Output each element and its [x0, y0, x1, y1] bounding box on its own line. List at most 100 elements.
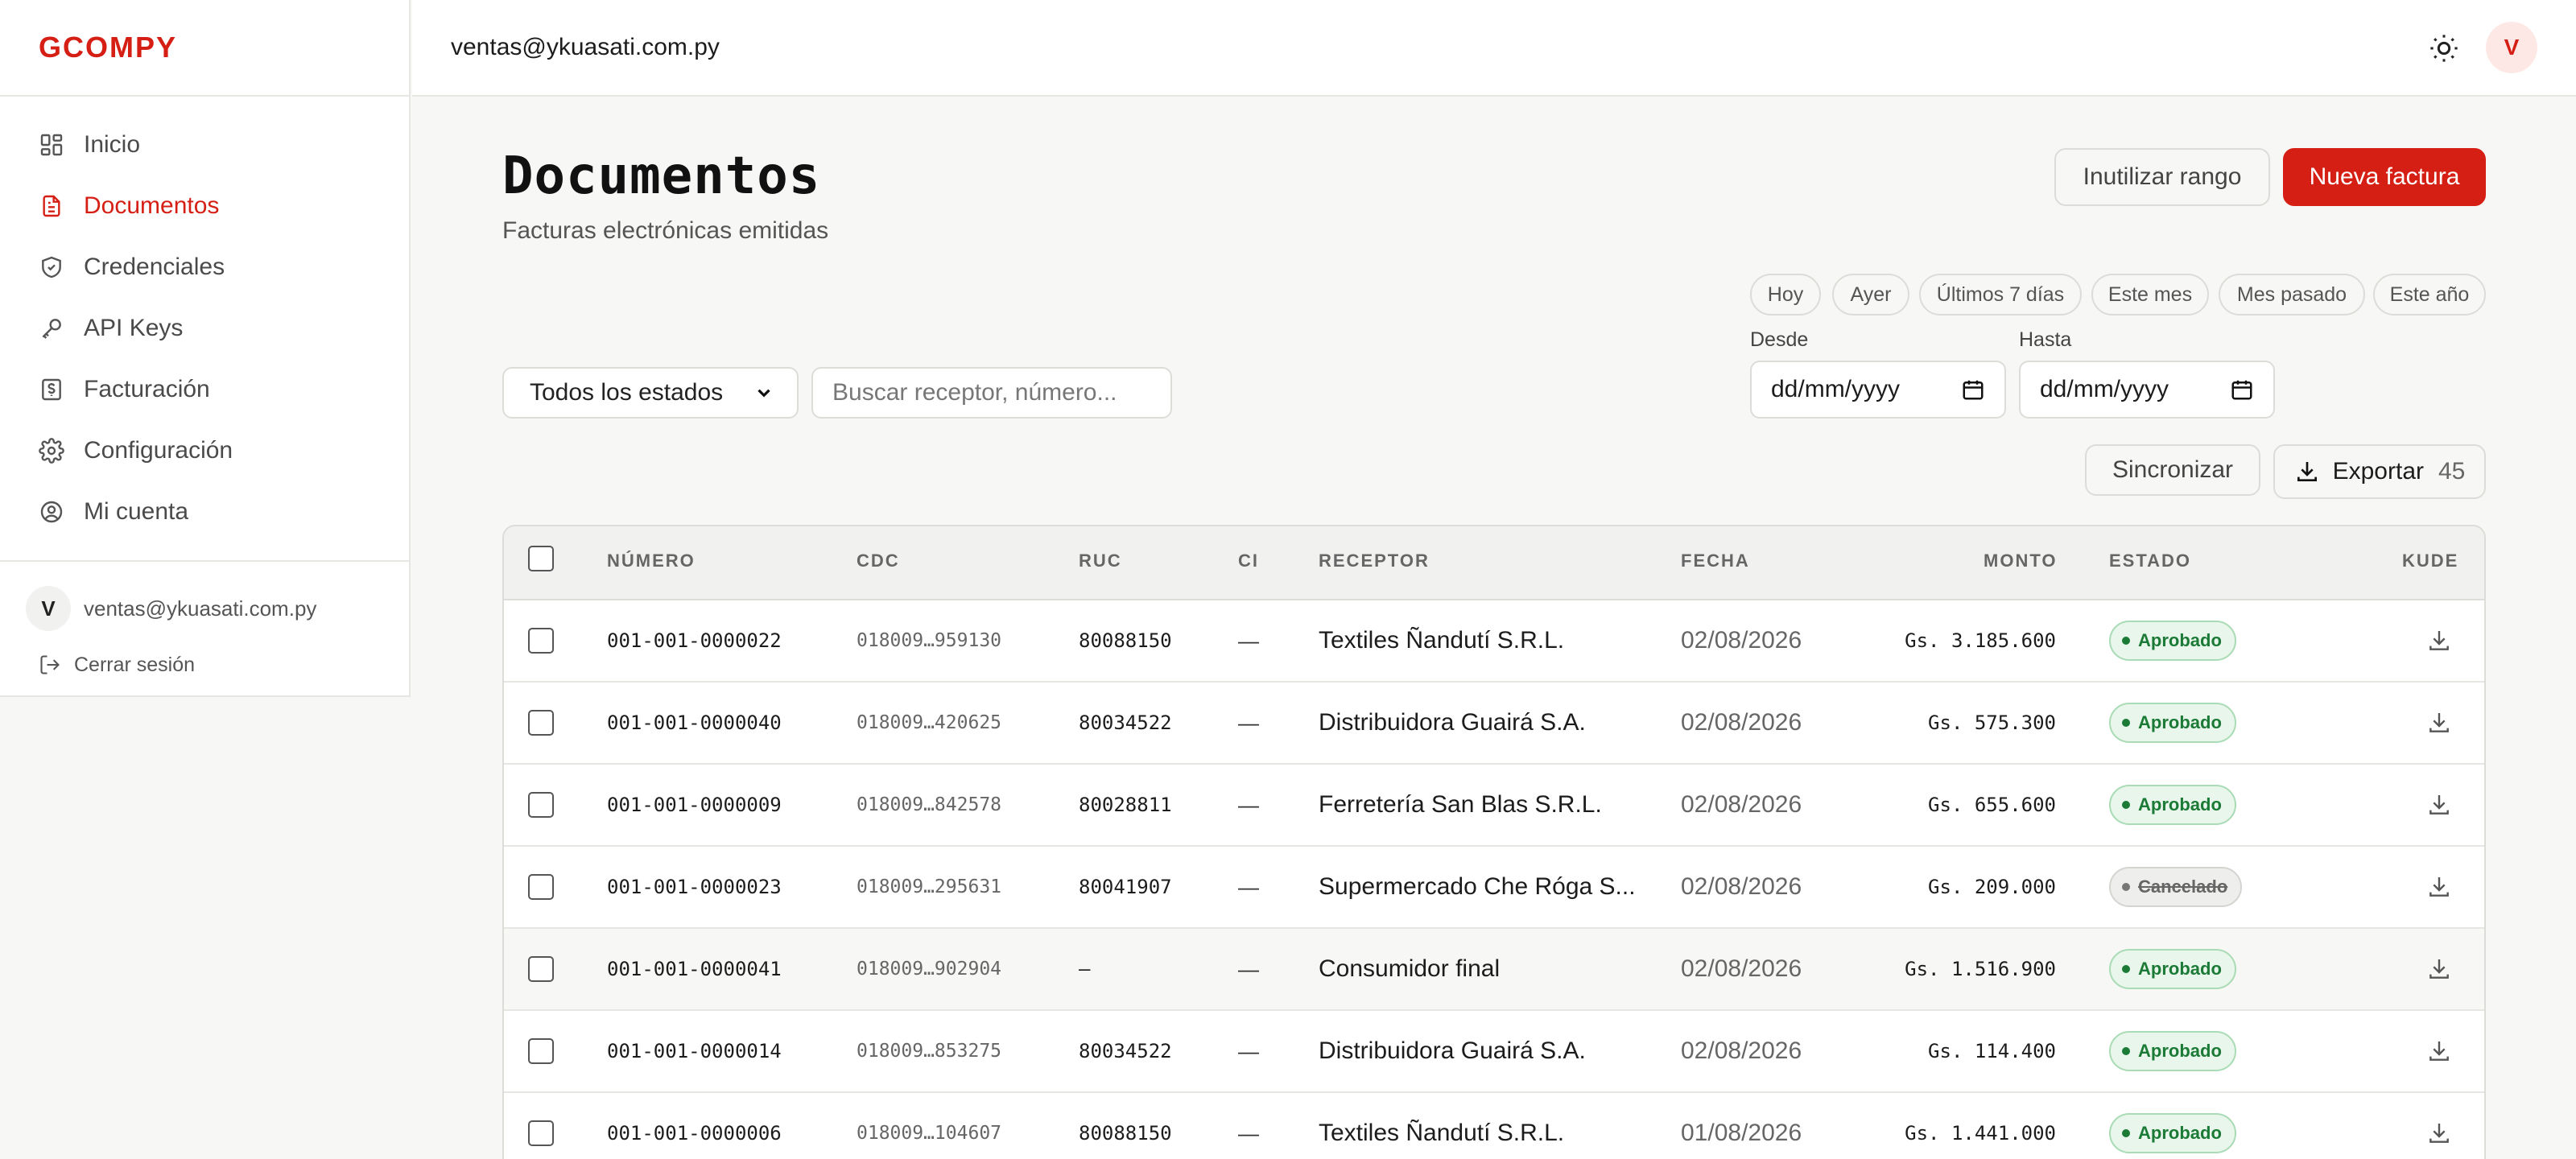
- desde-date-input[interactable]: dd/mm/yyyy: [1750, 361, 2006, 419]
- cell-monto: Gs. 1.516.900: [1905, 958, 2056, 980]
- download-icon: [2429, 795, 2449, 815]
- sidebar-item-api-keys[interactable]: API Keys: [0, 298, 409, 359]
- download-icon: [2429, 1124, 2449, 1143]
- col-fecha[interactable]: FECHA: [1681, 551, 1750, 571]
- row-checkbox[interactable]: [528, 792, 554, 818]
- hasta-date-input[interactable]: dd/mm/yyyy: [2019, 361, 2275, 419]
- search-placeholder: Buscar receptor, número...: [832, 379, 1117, 406]
- col-estado[interactable]: ESTADO: [2109, 551, 2191, 571]
- theme-toggle-button[interactable]: [2428, 32, 2460, 64]
- cell-ruc: 80088150: [1079, 629, 1172, 652]
- cell-numero: 001-001-0000022: [607, 629, 782, 652]
- cell-cdc: 018009…842578: [857, 794, 1002, 815]
- cell-cdc: 018009…959130: [857, 630, 1002, 651]
- cell-cdc: 018009…104607: [857, 1123, 1002, 1144]
- export-count-badge: 45: [2438, 458, 2466, 485]
- select-all-checkbox[interactable]: [528, 546, 554, 571]
- kude-download-button[interactable]: [2426, 683, 2452, 763]
- sidebar-item-inicio[interactable]: Inicio: [0, 114, 409, 175]
- table-body: 001-001-0000022 018009…959130 80088150 —…: [504, 600, 2484, 1159]
- range-chip-mes-pasado[interactable]: Mes pasado: [2219, 274, 2365, 316]
- logo[interactable]: GCOMPY: [39, 31, 177, 64]
- cell-ci: —: [1238, 628, 1259, 653]
- col-monto[interactable]: MONTO: [1984, 551, 2056, 571]
- range-chip-ayer[interactable]: Ayer: [1832, 274, 1909, 316]
- sincronizar-button[interactable]: Sincronizar: [2085, 444, 2260, 496]
- table-row[interactable]: 001-001-0000041 018009…902904 — — Consum…: [504, 929, 2484, 1011]
- cell-fecha: 02/08/2026: [1681, 709, 1802, 736]
- status-badge: Aprobado: [2109, 785, 2236, 825]
- hasta-date-value: dd/mm/yyyy: [2040, 376, 2169, 402]
- document-icon: [43, 195, 60, 217]
- range-chip-este-mes[interactable]: Este mes: [2091, 274, 2209, 316]
- table-row[interactable]: 001-001-0000014 018009…853275 80034522 —…: [504, 1011, 2484, 1093]
- cell-ci: —: [1238, 874, 1259, 899]
- avatar[interactable]: V: [26, 586, 71, 631]
- cell-monto: Gs. 1.441.000: [1905, 1122, 2056, 1145]
- table-row[interactable]: 001-001-0000022 018009…959130 80088150 —…: [504, 600, 2484, 683]
- sidebar-item-credenciales[interactable]: Credenciales: [0, 237, 409, 298]
- kude-download-button[interactable]: [2426, 929, 2452, 1009]
- shield-icon: [42, 256, 61, 278]
- table-row[interactable]: 001-001-0000040 018009…420625 80034522 —…: [504, 683, 2484, 765]
- cell-ruc: 80041907: [1079, 876, 1172, 898]
- cell-estado: Aprobado: [2109, 600, 2236, 681]
- cell-fecha: 01/08/2026: [1681, 1120, 1802, 1146]
- cell-ruc: 80034522: [1079, 1040, 1172, 1062]
- logout-button[interactable]: Cerrar sesión: [0, 649, 409, 681]
- table-row[interactable]: 001-001-0000009 018009…842578 80028811 —…: [504, 765, 2484, 847]
- row-checkbox[interactable]: [528, 874, 554, 900]
- col-ruc[interactable]: RUC: [1079, 551, 1122, 571]
- cell-ruc: —: [1079, 958, 1091, 980]
- kude-download-button[interactable]: [2426, 600, 2452, 681]
- desde-date-value: dd/mm/yyyy: [1771, 376, 1901, 402]
- cell-numero: 001-001-0000023: [607, 876, 782, 898]
- cell-estado: Aprobado: [2109, 929, 2236, 1009]
- gear-icon: [39, 438, 64, 464]
- table-row[interactable]: 001-001-0000006 018009…104607 80088150 —…: [504, 1093, 2484, 1159]
- range-chip-este-ano[interactable]: Este año: [2373, 274, 2486, 316]
- cell-numero: 001-001-0000040: [607, 711, 782, 734]
- cell-ci: —: [1238, 710, 1259, 735]
- exportar-button[interactable]: Exportar 45: [2273, 444, 2486, 499]
- row-checkbox[interactable]: [528, 1038, 554, 1064]
- cell-receptor: Supermercado Che Róga S...: [1319, 873, 1636, 900]
- sidebar-item-label: Facturación: [84, 376, 210, 402]
- nueva-factura-button[interactable]: Nueva factura: [2283, 148, 2486, 206]
- inutilizar-rango-button[interactable]: Inutilizar rango: [2054, 148, 2270, 206]
- col-cdc[interactable]: CDC: [857, 551, 900, 571]
- kude-download-button[interactable]: [2426, 1011, 2452, 1091]
- cell-estado: Aprobado: [2109, 765, 2236, 845]
- estado-select[interactable]: Todos los estados: [502, 367, 799, 419]
- col-receptor[interactable]: RECEPTOR: [1319, 551, 1430, 571]
- sidebar-item-label: Credenciales: [84, 254, 225, 280]
- status-badge: Aprobado: [2109, 1113, 2236, 1153]
- row-checkbox[interactable]: [528, 628, 554, 654]
- cell-estado: Aprobado: [2109, 683, 2236, 763]
- row-checkbox[interactable]: [528, 956, 554, 982]
- sidebar-item-mi-cuenta[interactable]: Mi cuenta: [0, 481, 409, 542]
- cell-ruc: 80028811: [1079, 794, 1172, 816]
- sidebar-item-facturacion[interactable]: Facturación: [0, 359, 409, 420]
- row-checkbox[interactable]: [528, 1120, 554, 1146]
- range-chip-ultimos-7[interactable]: Últimos 7 días: [1919, 274, 2082, 316]
- row-checkbox[interactable]: [528, 710, 554, 736]
- download-icon: [2297, 462, 2317, 481]
- sidebar-item-documentos[interactable]: Documentos: [0, 175, 409, 237]
- cell-ci: —: [1238, 792, 1259, 817]
- search-input[interactable]: Buscar receptor, número...: [811, 367, 1172, 419]
- range-chip-hoy[interactable]: Hoy: [1750, 274, 1821, 316]
- avatar[interactable]: V: [2486, 22, 2537, 73]
- desde-label: Desde: [1750, 328, 1809, 351]
- cell-ruc: 80034522: [1079, 711, 1172, 734]
- kude-download-button[interactable]: [2426, 1093, 2452, 1159]
- kude-download-button[interactable]: [2426, 765, 2452, 845]
- sidebar-item-configuracion[interactable]: Configuración: [0, 420, 409, 481]
- table-row[interactable]: 001-001-0000023 018009…295631 80041907 —…: [504, 847, 2484, 929]
- col-numero[interactable]: NÚMERO: [607, 551, 696, 571]
- col-ci[interactable]: CI: [1238, 551, 1259, 571]
- cell-monto: Gs. 209.000: [1928, 876, 2056, 898]
- cell-fecha: 02/08/2026: [1681, 873, 1802, 900]
- cell-monto: Gs. 3.185.600: [1905, 629, 2056, 652]
- kude-download-button[interactable]: [2426, 847, 2452, 927]
